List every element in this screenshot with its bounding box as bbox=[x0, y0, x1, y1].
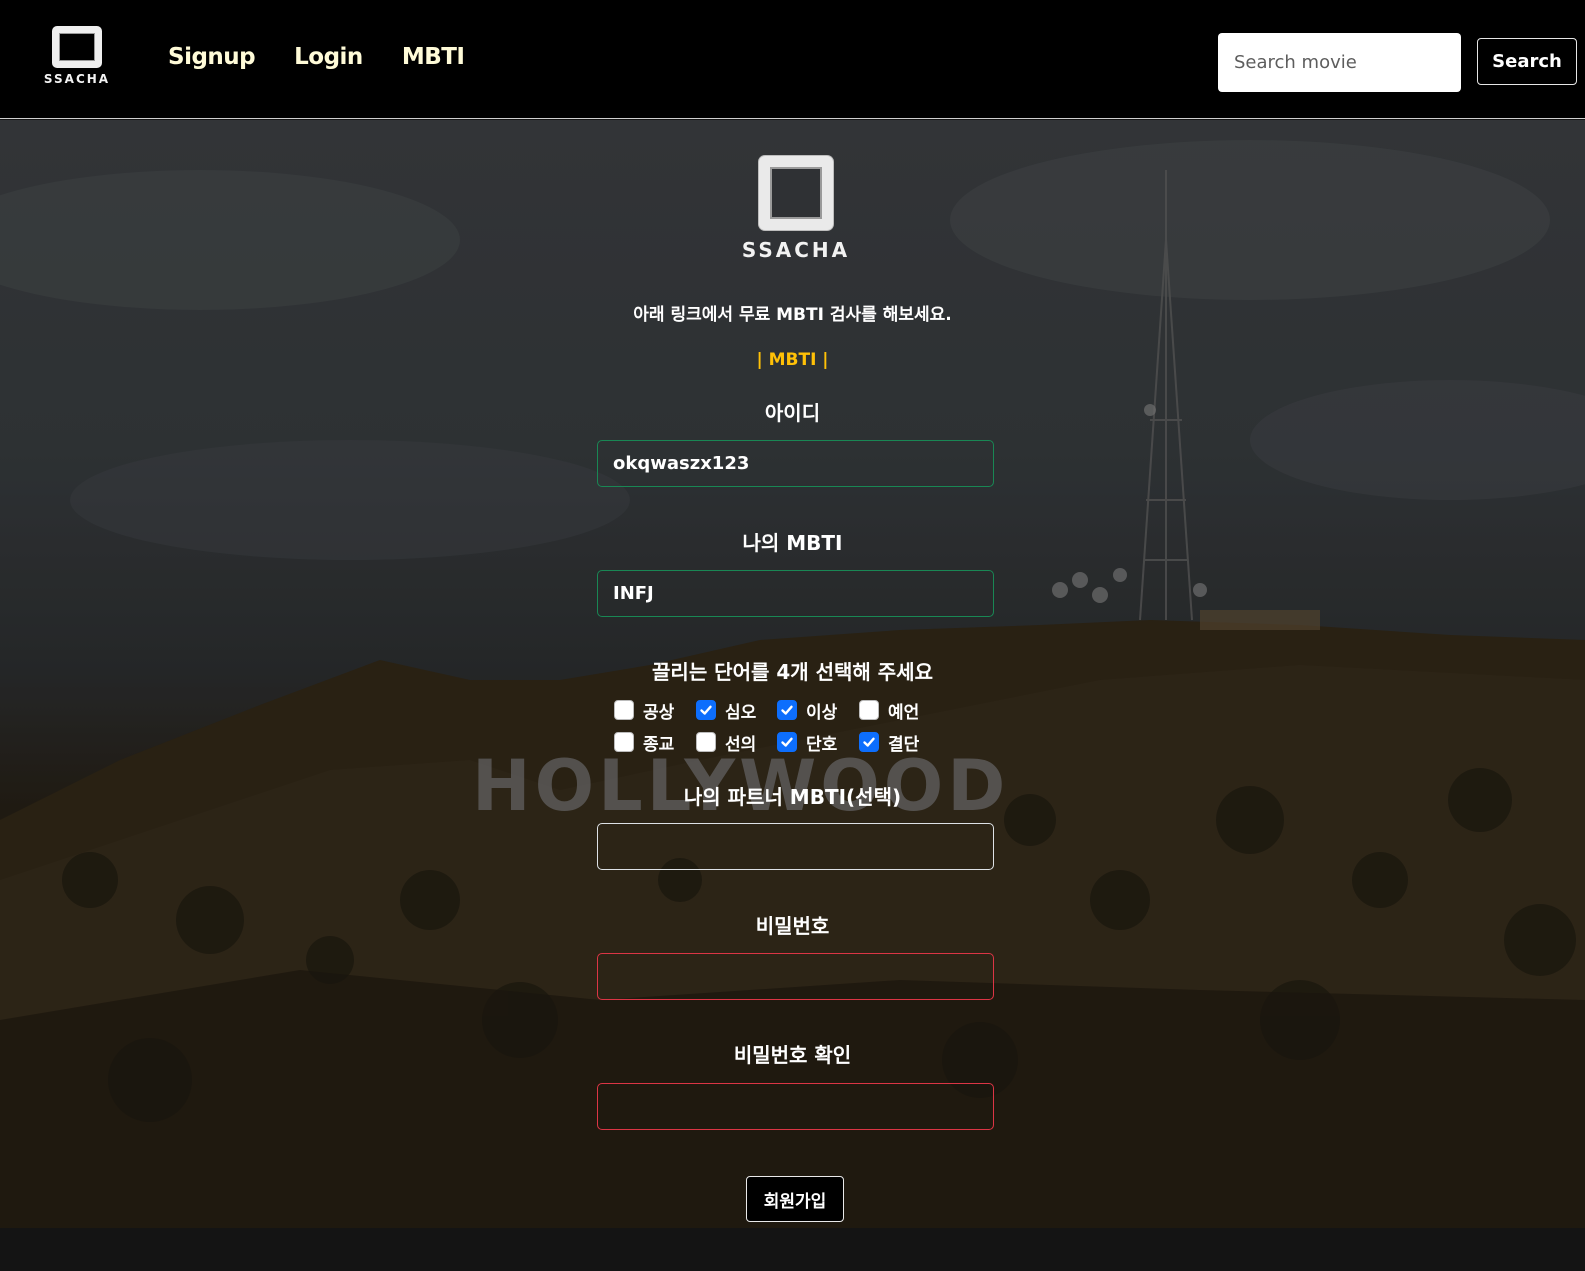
word-checkbox-3[interactable]: 예언 bbox=[859, 698, 939, 723]
checkbox-unchecked-icon[interactable] bbox=[696, 732, 716, 752]
signup-submit-button[interactable]: 회원가입 bbox=[746, 1176, 844, 1222]
password-label: 비밀번호 bbox=[755, 914, 830, 938]
word-checkbox-label: 단호 bbox=[806, 734, 838, 755]
checkbox-unchecked-icon[interactable] bbox=[614, 700, 634, 720]
page-bottom-strip bbox=[0, 1228, 1585, 1271]
nav-links: Signup Login MBTI bbox=[168, 44, 465, 70]
password-input[interactable] bbox=[597, 953, 994, 1000]
password-confirm-input[interactable] bbox=[597, 1083, 994, 1130]
word-checkbox-label: 결단 bbox=[888, 734, 920, 755]
checkbox-checked-icon[interactable] bbox=[777, 732, 797, 752]
id-label: 아이디 bbox=[764, 401, 821, 425]
word-checkbox-7[interactable]: 결단 bbox=[859, 730, 939, 755]
search-movie-input[interactable] bbox=[1218, 33, 1461, 92]
word-checkbox-label: 심오 bbox=[725, 702, 757, 723]
nav-link-mbti[interactable]: MBTI bbox=[402, 44, 465, 70]
brand-name: SSACHA bbox=[43, 72, 111, 86]
partner-mbti-input[interactable] bbox=[597, 823, 994, 870]
brand-logo[interactable]: SSACHA bbox=[40, 26, 114, 88]
center-logo: SSACHA bbox=[742, 156, 850, 262]
checkbox-checked-icon[interactable] bbox=[696, 700, 716, 720]
word-checkbox-4[interactable]: 종교 bbox=[614, 730, 696, 755]
checkbox-checked-icon[interactable] bbox=[859, 732, 879, 752]
mbti-input[interactable] bbox=[597, 570, 994, 617]
word-checkbox-label: 선의 bbox=[725, 734, 757, 755]
word-checkbox-1[interactable]: 심오 bbox=[696, 698, 777, 723]
mbti-test-link[interactable]: | MBTI | bbox=[0, 350, 1585, 370]
logo-square-icon bbox=[52, 26, 102, 68]
nav-link-signup[interactable]: Signup bbox=[168, 44, 256, 70]
words-label: 끌리는 단어를 4개 선택해 주세요 bbox=[652, 660, 933, 684]
checkbox-unchecked-icon[interactable] bbox=[614, 732, 634, 752]
center-logo-name: SSACHA bbox=[741, 238, 851, 262]
word-checkbox-5[interactable]: 선의 bbox=[696, 730, 777, 755]
word-checkbox-label: 종교 bbox=[643, 734, 675, 755]
nav-link-login[interactable]: Login bbox=[294, 44, 363, 70]
partner-mbti-label: 나의 파트너 MBTI(선택) bbox=[683, 785, 902, 809]
word-checkbox-6[interactable]: 단호 bbox=[777, 730, 859, 755]
word-checkbox-0[interactable]: 공상 bbox=[614, 698, 696, 723]
password-confirm-label: 비밀번호 확인 bbox=[733, 1043, 852, 1067]
word-checkbox-group: 공상 심오 이상 예언종교 선의 단호 결단 bbox=[614, 698, 944, 755]
logo-square-icon bbox=[759, 156, 833, 230]
checkbox-checked-icon[interactable] bbox=[777, 700, 797, 720]
word-checkbox-label: 공상 bbox=[643, 702, 675, 723]
word-checkbox-2[interactable]: 이상 bbox=[777, 698, 859, 723]
id-input[interactable] bbox=[597, 440, 994, 487]
mbti-label: 나의 MBTI bbox=[742, 531, 843, 555]
checkbox-unchecked-icon[interactable] bbox=[859, 700, 879, 720]
search-button[interactable]: Search bbox=[1477, 38, 1577, 85]
top-navbar: SSACHA Signup Login MBTI Search bbox=[0, 0, 1585, 119]
word-checkbox-label: 예언 bbox=[888, 702, 920, 723]
mbti-intro-text: 아래 링크에서 무료 MBTI 검사를 해보세요. bbox=[633, 305, 952, 325]
word-checkbox-label: 이상 bbox=[806, 702, 838, 723]
